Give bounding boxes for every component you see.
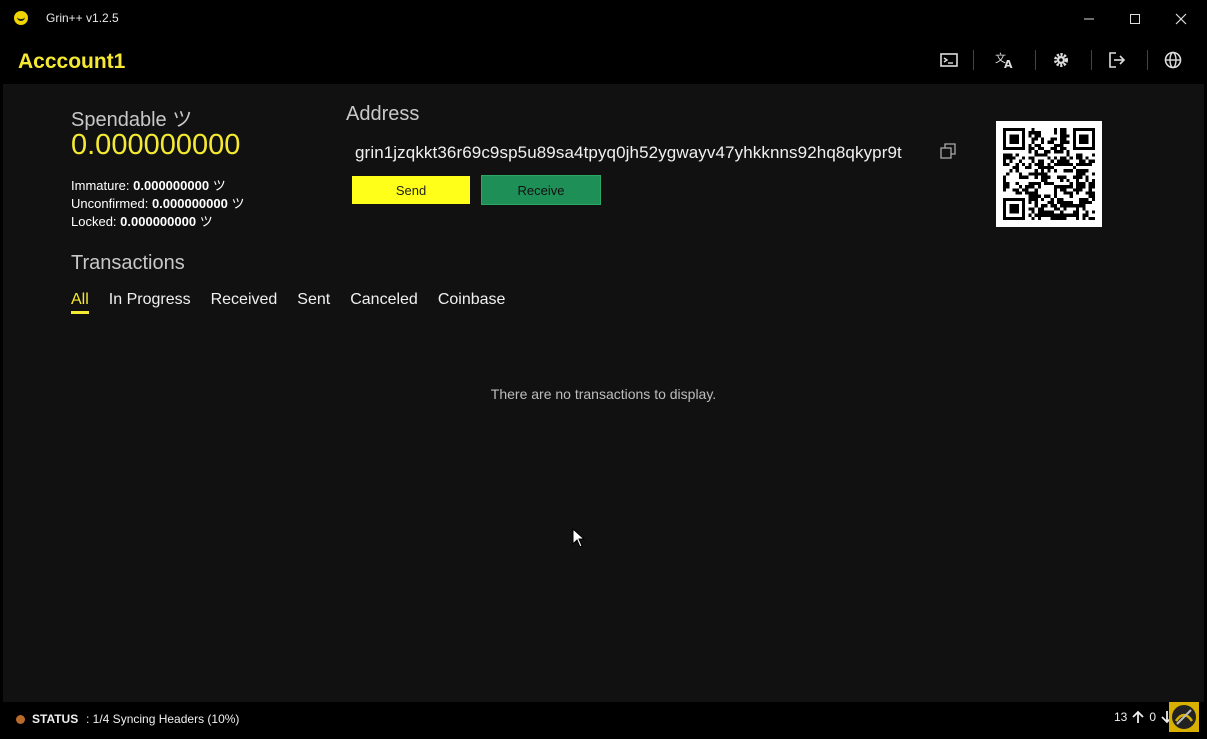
- app-header: Acccount1 文A: [3, 34, 1204, 84]
- balance-unit: ツ: [212, 178, 226, 193]
- transactions-title: Transactions: [71, 252, 185, 274]
- empty-transactions-message: There are no transactions to display.: [490, 386, 717, 402]
- window-title: Grin++ v1.2.5: [46, 11, 119, 25]
- outbound-peer-count: 13: [1113, 710, 1128, 724]
- svg-text:A: A: [1004, 58, 1013, 69]
- grin-logo-icon[interactable]: [1169, 702, 1199, 732]
- balance-label: Immature:: [71, 178, 130, 193]
- send-button[interactable]: Send: [351, 175, 471, 205]
- immature-balance: Immature: 0.000000000 ツ: [71, 175, 226, 194]
- balance-unit: ツ: [231, 196, 245, 211]
- status-indicator-icon: [16, 715, 25, 724]
- status-text: : 1/4 Syncing Headers (10%): [86, 712, 240, 726]
- app-window: Grin++ v1.2.5 Acccount1 文A Spendable ツ 0…: [3, 3, 1204, 735]
- close-icon: [1175, 13, 1187, 24]
- header-divider: [1091, 50, 1092, 70]
- balance-value: 0.000000000: [133, 178, 210, 193]
- address-qr-code: [996, 121, 1102, 227]
- balance-value: 0.000000000: [120, 214, 197, 229]
- grin-app-icon: [14, 11, 28, 25]
- tab-coinbase[interactable]: Coinbase: [438, 291, 506, 314]
- transaction-tabs: All In Progress Received Sent Canceled C…: [71, 291, 505, 314]
- maximize-button[interactable]: [1112, 3, 1158, 34]
- minimize-icon: [1084, 18, 1094, 19]
- inbound-peer-count: 0: [1149, 710, 1156, 724]
- peer-counts: 13 0: [1114, 710, 1174, 724]
- minimize-button[interactable]: [1066, 3, 1112, 34]
- spendable-label: Spendable ツ: [71, 109, 193, 131]
- tab-received[interactable]: Received: [211, 291, 278, 314]
- receive-button[interactable]: Receive: [481, 175, 601, 205]
- globe-icon[interactable]: [1161, 48, 1185, 72]
- address-value[interactable]: grin1jzqkkt36r69c9sp5u89sa4tpyq0jh52ygwa…: [355, 143, 902, 163]
- close-button[interactable]: [1158, 3, 1204, 34]
- status-label: STATUS: [32, 712, 79, 726]
- header-divider: [1035, 50, 1036, 70]
- balance-unit: ツ: [199, 214, 213, 229]
- gear-icon[interactable]: [1049, 48, 1073, 72]
- account-name: Acccount1: [18, 50, 126, 73]
- locked-balance: Locked: 0.000000000 ツ: [71, 211, 213, 230]
- balance-label: Unconfirmed:: [71, 196, 149, 211]
- logout-icon[interactable]: [1105, 48, 1129, 72]
- terminal-icon[interactable]: [937, 48, 961, 72]
- header-divider: [973, 50, 974, 70]
- tab-all[interactable]: All: [71, 291, 89, 314]
- spendable-value: 0.000000000: [71, 129, 241, 161]
- copy-icon[interactable]: [939, 142, 957, 160]
- title-bar[interactable]: Grin++ v1.2.5: [3, 3, 1204, 34]
- tab-sent[interactable]: Sent: [297, 291, 330, 314]
- balance-value: 0.000000000: [151, 196, 228, 211]
- balance-label: Locked:: [71, 214, 117, 229]
- status-bar: STATUS : 1/4 Syncing Headers (10%) 13 0: [3, 702, 1204, 735]
- address-label: Address: [346, 103, 420, 125]
- unconfirmed-balance: Unconfirmed: 0.000000000 ツ: [71, 193, 245, 212]
- arrow-up-icon: [1132, 710, 1144, 723]
- header-divider: [1147, 50, 1148, 70]
- maximize-icon: [1130, 13, 1140, 24]
- tab-canceled[interactable]: Canceled: [350, 291, 418, 314]
- mouse-cursor-icon: [572, 527, 586, 553]
- tab-in-progress[interactable]: In Progress: [109, 291, 191, 314]
- translate-icon[interactable]: 文A: [993, 48, 1017, 72]
